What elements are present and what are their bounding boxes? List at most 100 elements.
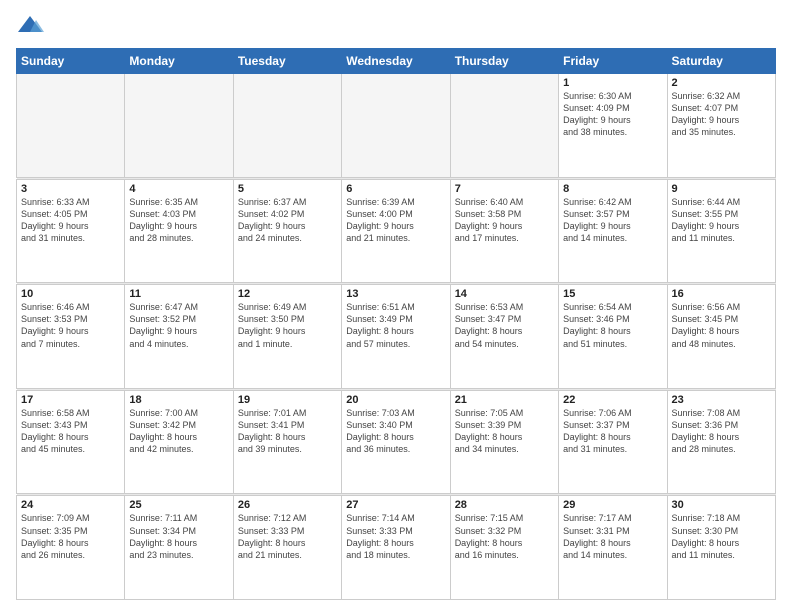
day-number: 12 bbox=[238, 288, 337, 300]
calendar-cell: 26Sunrise: 7:12 AM Sunset: 3:33 PM Dayli… bbox=[233, 496, 341, 600]
day-info: Sunrise: 7:14 AM Sunset: 3:33 PM Dayligh… bbox=[346, 512, 445, 561]
calendar-cell: 17Sunrise: 6:58 AM Sunset: 3:43 PM Dayli… bbox=[17, 390, 125, 494]
day-number: 18 bbox=[129, 394, 228, 406]
day-info: Sunrise: 7:11 AM Sunset: 3:34 PM Dayligh… bbox=[129, 512, 228, 561]
day-info: Sunrise: 6:51 AM Sunset: 3:49 PM Dayligh… bbox=[346, 301, 445, 350]
calendar-cell: 20Sunrise: 7:03 AM Sunset: 3:40 PM Dayli… bbox=[342, 390, 450, 494]
day-number: 16 bbox=[672, 288, 771, 300]
calendar-cell: 25Sunrise: 7:11 AM Sunset: 3:34 PM Dayli… bbox=[125, 496, 233, 600]
calendar-cell: 6Sunrise: 6:39 AM Sunset: 4:00 PM Daylig… bbox=[342, 179, 450, 283]
day-number: 13 bbox=[346, 288, 445, 300]
day-number: 1 bbox=[563, 77, 662, 89]
day-number: 14 bbox=[455, 288, 554, 300]
logo-icon bbox=[16, 12, 44, 40]
calendar-week-3: 10Sunrise: 6:46 AM Sunset: 3:53 PM Dayli… bbox=[17, 285, 776, 389]
day-info: Sunrise: 7:03 AM Sunset: 3:40 PM Dayligh… bbox=[346, 407, 445, 456]
weekday-header-sunday: Sunday bbox=[17, 49, 125, 74]
weekday-header-tuesday: Tuesday bbox=[233, 49, 341, 74]
calendar-cell bbox=[342, 74, 450, 178]
logo bbox=[16, 12, 48, 40]
day-info: Sunrise: 6:32 AM Sunset: 4:07 PM Dayligh… bbox=[672, 90, 771, 139]
calendar-cell bbox=[125, 74, 233, 178]
calendar-cell: 30Sunrise: 7:18 AM Sunset: 3:30 PM Dayli… bbox=[667, 496, 775, 600]
day-info: Sunrise: 7:09 AM Sunset: 3:35 PM Dayligh… bbox=[21, 512, 120, 561]
day-info: Sunrise: 7:08 AM Sunset: 3:36 PM Dayligh… bbox=[672, 407, 771, 456]
day-number: 15 bbox=[563, 288, 662, 300]
calendar-cell bbox=[17, 74, 125, 178]
calendar-cell bbox=[233, 74, 341, 178]
day-number: 6 bbox=[346, 183, 445, 195]
calendar-cell: 1Sunrise: 6:30 AM Sunset: 4:09 PM Daylig… bbox=[559, 74, 667, 178]
day-number: 28 bbox=[455, 499, 554, 511]
weekday-header-thursday: Thursday bbox=[450, 49, 558, 74]
calendar-cell: 14Sunrise: 6:53 AM Sunset: 3:47 PM Dayli… bbox=[450, 285, 558, 389]
day-info: Sunrise: 7:06 AM Sunset: 3:37 PM Dayligh… bbox=[563, 407, 662, 456]
day-info: Sunrise: 6:54 AM Sunset: 3:46 PM Dayligh… bbox=[563, 301, 662, 350]
day-info: Sunrise: 7:17 AM Sunset: 3:31 PM Dayligh… bbox=[563, 512, 662, 561]
day-info: Sunrise: 6:46 AM Sunset: 3:53 PM Dayligh… bbox=[21, 301, 120, 350]
calendar-cell: 3Sunrise: 6:33 AM Sunset: 4:05 PM Daylig… bbox=[17, 179, 125, 283]
day-number: 8 bbox=[563, 183, 662, 195]
day-number: 30 bbox=[672, 499, 771, 511]
day-info: Sunrise: 6:37 AM Sunset: 4:02 PM Dayligh… bbox=[238, 196, 337, 245]
weekday-header-monday: Monday bbox=[125, 49, 233, 74]
calendar-cell: 18Sunrise: 7:00 AM Sunset: 3:42 PM Dayli… bbox=[125, 390, 233, 494]
day-info: Sunrise: 6:30 AM Sunset: 4:09 PM Dayligh… bbox=[563, 90, 662, 139]
day-number: 5 bbox=[238, 183, 337, 195]
day-number: 4 bbox=[129, 183, 228, 195]
calendar-cell: 29Sunrise: 7:17 AM Sunset: 3:31 PM Dayli… bbox=[559, 496, 667, 600]
day-info: Sunrise: 6:49 AM Sunset: 3:50 PM Dayligh… bbox=[238, 301, 337, 350]
calendar-week-1: 1Sunrise: 6:30 AM Sunset: 4:09 PM Daylig… bbox=[17, 74, 776, 178]
calendar-cell: 23Sunrise: 7:08 AM Sunset: 3:36 PM Dayli… bbox=[667, 390, 775, 494]
calendar-table: SundayMondayTuesdayWednesdayThursdayFrid… bbox=[16, 48, 776, 600]
day-number: 22 bbox=[563, 394, 662, 406]
calendar-cell: 28Sunrise: 7:15 AM Sunset: 3:32 PM Dayli… bbox=[450, 496, 558, 600]
day-number: 23 bbox=[672, 394, 771, 406]
calendar-week-4: 17Sunrise: 6:58 AM Sunset: 3:43 PM Dayli… bbox=[17, 390, 776, 494]
weekday-header-saturday: Saturday bbox=[667, 49, 775, 74]
calendar-cell: 8Sunrise: 6:42 AM Sunset: 3:57 PM Daylig… bbox=[559, 179, 667, 283]
day-info: Sunrise: 7:00 AM Sunset: 3:42 PM Dayligh… bbox=[129, 407, 228, 456]
day-info: Sunrise: 6:44 AM Sunset: 3:55 PM Dayligh… bbox=[672, 196, 771, 245]
calendar-week-2: 3Sunrise: 6:33 AM Sunset: 4:05 PM Daylig… bbox=[17, 179, 776, 283]
calendar-cell: 9Sunrise: 6:44 AM Sunset: 3:55 PM Daylig… bbox=[667, 179, 775, 283]
day-info: Sunrise: 6:39 AM Sunset: 4:00 PM Dayligh… bbox=[346, 196, 445, 245]
calendar-cell: 7Sunrise: 6:40 AM Sunset: 3:58 PM Daylig… bbox=[450, 179, 558, 283]
calendar-body: 1Sunrise: 6:30 AM Sunset: 4:09 PM Daylig… bbox=[17, 74, 776, 600]
day-info: Sunrise: 7:01 AM Sunset: 3:41 PM Dayligh… bbox=[238, 407, 337, 456]
day-number: 11 bbox=[129, 288, 228, 300]
calendar-cell: 16Sunrise: 6:56 AM Sunset: 3:45 PM Dayli… bbox=[667, 285, 775, 389]
day-number: 25 bbox=[129, 499, 228, 511]
day-number: 21 bbox=[455, 394, 554, 406]
day-info: Sunrise: 6:47 AM Sunset: 3:52 PM Dayligh… bbox=[129, 301, 228, 350]
calendar-cell: 27Sunrise: 7:14 AM Sunset: 3:33 PM Dayli… bbox=[342, 496, 450, 600]
day-info: Sunrise: 6:53 AM Sunset: 3:47 PM Dayligh… bbox=[455, 301, 554, 350]
day-info: Sunrise: 7:18 AM Sunset: 3:30 PM Dayligh… bbox=[672, 512, 771, 561]
day-info: Sunrise: 6:35 AM Sunset: 4:03 PM Dayligh… bbox=[129, 196, 228, 245]
calendar-cell: 12Sunrise: 6:49 AM Sunset: 3:50 PM Dayli… bbox=[233, 285, 341, 389]
day-number: 7 bbox=[455, 183, 554, 195]
day-number: 20 bbox=[346, 394, 445, 406]
day-number: 17 bbox=[21, 394, 120, 406]
weekday-row: SundayMondayTuesdayWednesdayThursdayFrid… bbox=[17, 49, 776, 74]
day-info: Sunrise: 6:40 AM Sunset: 3:58 PM Dayligh… bbox=[455, 196, 554, 245]
day-number: 3 bbox=[21, 183, 120, 195]
calendar-week-5: 24Sunrise: 7:09 AM Sunset: 3:35 PM Dayli… bbox=[17, 496, 776, 600]
header bbox=[16, 12, 776, 40]
day-number: 19 bbox=[238, 394, 337, 406]
day-info: Sunrise: 6:58 AM Sunset: 3:43 PM Dayligh… bbox=[21, 407, 120, 456]
day-number: 2 bbox=[672, 77, 771, 89]
day-info: Sunrise: 6:42 AM Sunset: 3:57 PM Dayligh… bbox=[563, 196, 662, 245]
day-number: 9 bbox=[672, 183, 771, 195]
calendar-cell: 5Sunrise: 6:37 AM Sunset: 4:02 PM Daylig… bbox=[233, 179, 341, 283]
day-number: 26 bbox=[238, 499, 337, 511]
calendar-cell: 21Sunrise: 7:05 AM Sunset: 3:39 PM Dayli… bbox=[450, 390, 558, 494]
calendar-cell: 2Sunrise: 6:32 AM Sunset: 4:07 PM Daylig… bbox=[667, 74, 775, 178]
calendar-cell: 13Sunrise: 6:51 AM Sunset: 3:49 PM Dayli… bbox=[342, 285, 450, 389]
day-info: Sunrise: 6:33 AM Sunset: 4:05 PM Dayligh… bbox=[21, 196, 120, 245]
calendar-cell bbox=[450, 74, 558, 178]
weekday-header-friday: Friday bbox=[559, 49, 667, 74]
calendar-cell: 15Sunrise: 6:54 AM Sunset: 3:46 PM Dayli… bbox=[559, 285, 667, 389]
calendar-cell: 10Sunrise: 6:46 AM Sunset: 3:53 PM Dayli… bbox=[17, 285, 125, 389]
day-number: 27 bbox=[346, 499, 445, 511]
